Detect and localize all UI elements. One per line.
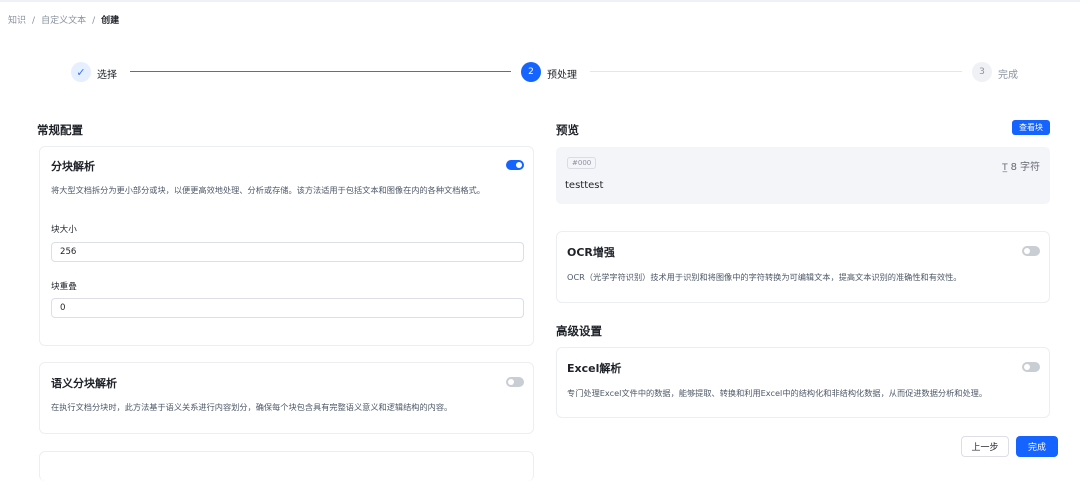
excel-parse-description: 专门处理Excel文件中的数据，能够提取、转换和利用Excel中的结构化和非结构…: [567, 388, 988, 398]
semantic-parse-card: 语义分块解析 在执行文档分块时，此方法基于语义关系进行内容划分，确保每个块包含具…: [39, 362, 534, 434]
chunk-size-label: 块大小: [51, 225, 77, 235]
toggle-knob: [516, 162, 522, 168]
finish-button[interactable]: 完成: [1016, 436, 1058, 457]
step-1-check-icon: ✓: [71, 62, 91, 82]
breadcrumb-separator: /: [32, 16, 36, 26]
toggle-knob: [508, 379, 514, 385]
toggle-knob: [1024, 364, 1030, 370]
text-size-icon: T̲: [1002, 163, 1008, 173]
breadcrumb-item-knowledge[interactable]: 知识: [8, 16, 26, 26]
step-3-label: 完成: [998, 70, 1018, 81]
breadcrumb: 知识 / 自定义文本 / 创建: [8, 13, 119, 26]
char-count: T̲ 8 字符: [1002, 158, 1040, 173]
breadcrumb-item-custom-text[interactable]: 自定义文本: [41, 16, 86, 26]
chunk-parse-card: 分块解析 将大型文档拆分为更小部分或块，以便更高效地处理、分析或存储。该方法适用…: [39, 146, 534, 346]
excel-parse-title: Excel解析: [567, 362, 622, 375]
chunk-parse-title: 分块解析: [51, 160, 95, 173]
general-config-title: 常规配置: [37, 123, 83, 137]
step-2-label: 预处理: [547, 70, 577, 81]
step-2-number: 2: [521, 62, 541, 82]
semantic-parse-toggle[interactable]: [506, 377, 524, 387]
char-count-value: 8: [1010, 162, 1017, 173]
toggle-knob: [1024, 248, 1030, 254]
excel-parse-toggle[interactable]: [1022, 362, 1040, 372]
excel-parse-card: Excel解析 专门处理Excel文件中的数据，能够提取、转换和利用Excel中…: [556, 347, 1050, 418]
preview-title: 预览: [556, 123, 579, 137]
step-connector-done: [130, 71, 511, 72]
next-config-card-partial: [39, 451, 534, 481]
ocr-description: OCR（光学字符识别）技术用于识别和将图像中的字符转换为可编辑文本，提高文本识别…: [567, 272, 962, 282]
char-count-unit: 字符: [1020, 162, 1040, 173]
preview-chunk-box: [556, 147, 1050, 204]
chunk-overlap-label: 块重叠: [51, 282, 77, 292]
semantic-parse-title: 语义分块解析: [51, 377, 117, 390]
chunk-overlap-input[interactable]: [51, 298, 524, 318]
chunk-parse-description: 将大型文档拆分为更小部分或块，以便更高效地处理、分析或存储。该方法适用于包括文本…: [51, 185, 485, 195]
ocr-title: OCR增强: [567, 246, 615, 259]
step-1-label: 选择: [97, 70, 117, 81]
chunk-content-text: testtest: [565, 180, 604, 191]
advanced-settings-title: 高级设置: [556, 324, 602, 338]
chunk-parse-toggle[interactable]: [506, 160, 524, 170]
chunk-index-tag: #000: [567, 157, 597, 169]
previous-step-button[interactable]: 上一步: [961, 436, 1009, 457]
semantic-parse-description: 在执行文档分块时，此方法基于语义关系进行内容划分，确保每个块包含具有完整语义意义…: [51, 402, 453, 412]
step-3-number: 3: [972, 62, 992, 82]
breadcrumb-separator: /: [92, 16, 96, 26]
breadcrumb-current: 创建: [101, 16, 120, 26]
view-chunks-button[interactable]: 查看块: [1012, 120, 1050, 135]
chunk-size-input[interactable]: [51, 242, 524, 262]
step-connector-pending: [590, 71, 962, 72]
ocr-toggle[interactable]: [1022, 246, 1040, 256]
top-divider: [0, 0, 1080, 2]
ocr-card: OCR增强 OCR（光学字符识别）技术用于识别和将图像中的字符转换为可编辑文本，…: [556, 231, 1050, 303]
